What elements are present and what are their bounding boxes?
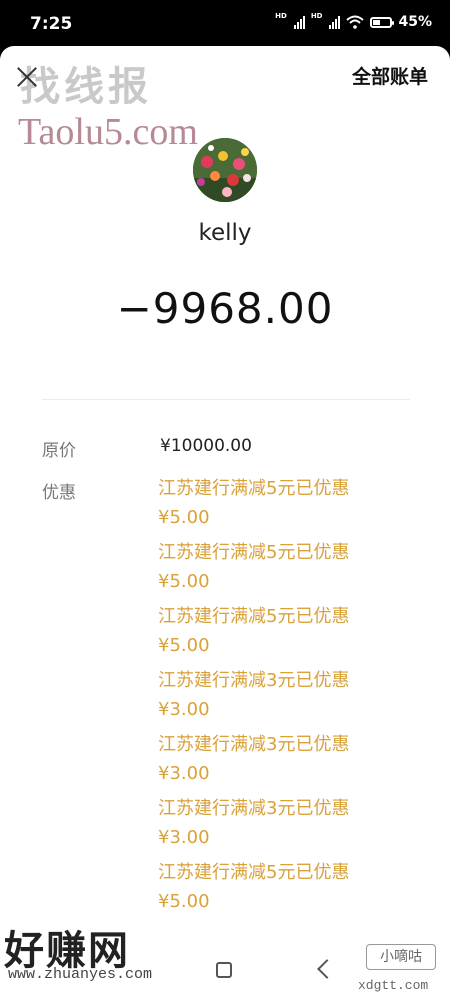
discount-item: 江苏建行满减3元已优惠 ¥3.00	[158, 666, 349, 724]
watermark-top-en: Taolu5.com	[18, 111, 198, 153]
status-time: 7:25	[30, 14, 73, 34]
discount-title: 江苏建行满减3元已优惠	[158, 670, 350, 691]
home-square-icon[interactable]	[216, 962, 232, 978]
discount-title: 江苏建行满减3元已优惠	[158, 798, 350, 819]
discount-item: 江苏建行满减5元已优惠 ¥5.00	[158, 602, 349, 660]
watermark-bottom-left-en: www.zhuanyes.com	[8, 966, 153, 983]
discount-amount: ¥3.00	[158, 699, 210, 720]
avatar	[193, 138, 257, 202]
discount-amount: ¥5.00	[158, 571, 210, 592]
status-icons: HD HD 45%	[275, 11, 432, 30]
original-price-label: 原价	[42, 441, 76, 461]
hd-label: HD	[275, 11, 287, 20]
discount-amount: ¥5.00	[158, 635, 210, 656]
discount-amount: ¥3.00	[158, 827, 210, 848]
discount-title: 江苏建行满减5元已优惠	[158, 478, 350, 499]
transaction-amount: −9968.00	[116, 284, 334, 333]
wifi-icon	[346, 15, 365, 29]
original-price-value: ¥10000.00	[160, 436, 252, 456]
discount-amount: ¥5.00	[158, 891, 210, 912]
watermark-bottom-right-cn: 小嘀咕	[366, 944, 436, 970]
back-chevron-icon[interactable]	[317, 959, 337, 979]
hd-label-2: HD	[310, 11, 323, 20]
payee-name: kelly	[198, 220, 252, 246]
discount-label: 优惠	[42, 483, 76, 503]
discount-item: 江苏建行满减3元已优惠 ¥3.00	[158, 730, 349, 788]
watermark-bottom-right-en: xdgtt.com	[358, 978, 429, 993]
discount-title: 江苏建行满减5元已优惠	[158, 606, 350, 627]
discount-item: 江苏建行满减5元已优惠 ¥5.00	[158, 538, 349, 596]
battery-icon	[370, 16, 395, 28]
discount-item: 江苏建行满减5元已优惠 ¥5.00	[158, 474, 349, 532]
discount-title: 江苏建行满减5元已优惠	[158, 542, 350, 563]
discount-amount: ¥5.00	[158, 507, 210, 528]
close-icon[interactable]	[14, 64, 40, 90]
flower-avatar-image	[193, 138, 257, 202]
divider	[42, 399, 410, 400]
signal-icon-2	[329, 15, 341, 29]
battery-percent: 45%	[398, 14, 432, 30]
status-bar: 7:25 HD HD 45%	[0, 0, 450, 48]
signal-icon	[293, 15, 305, 29]
discount-title: 江苏建行满减5元已优惠	[158, 862, 350, 883]
bill-detail-sheet: 找线报 Taolu5.com 全部账单 kelly −9968.00 原价 ¥1…	[0, 46, 450, 1000]
discount-title: 江苏建行满减3元已优惠	[158, 734, 350, 755]
all-bills-button[interactable]: 全部账单	[352, 62, 428, 89]
discount-amount: ¥3.00	[158, 763, 210, 784]
discount-item: 江苏建行满减5元已优惠 ¥5.00	[158, 858, 349, 916]
discount-list: 江苏建行满减5元已优惠 ¥5.00 江苏建行满减5元已优惠 ¥5.00 江苏建行满减…	[158, 474, 349, 916]
discount-item: 江苏建行满减3元已优惠 ¥3.00	[158, 794, 349, 852]
